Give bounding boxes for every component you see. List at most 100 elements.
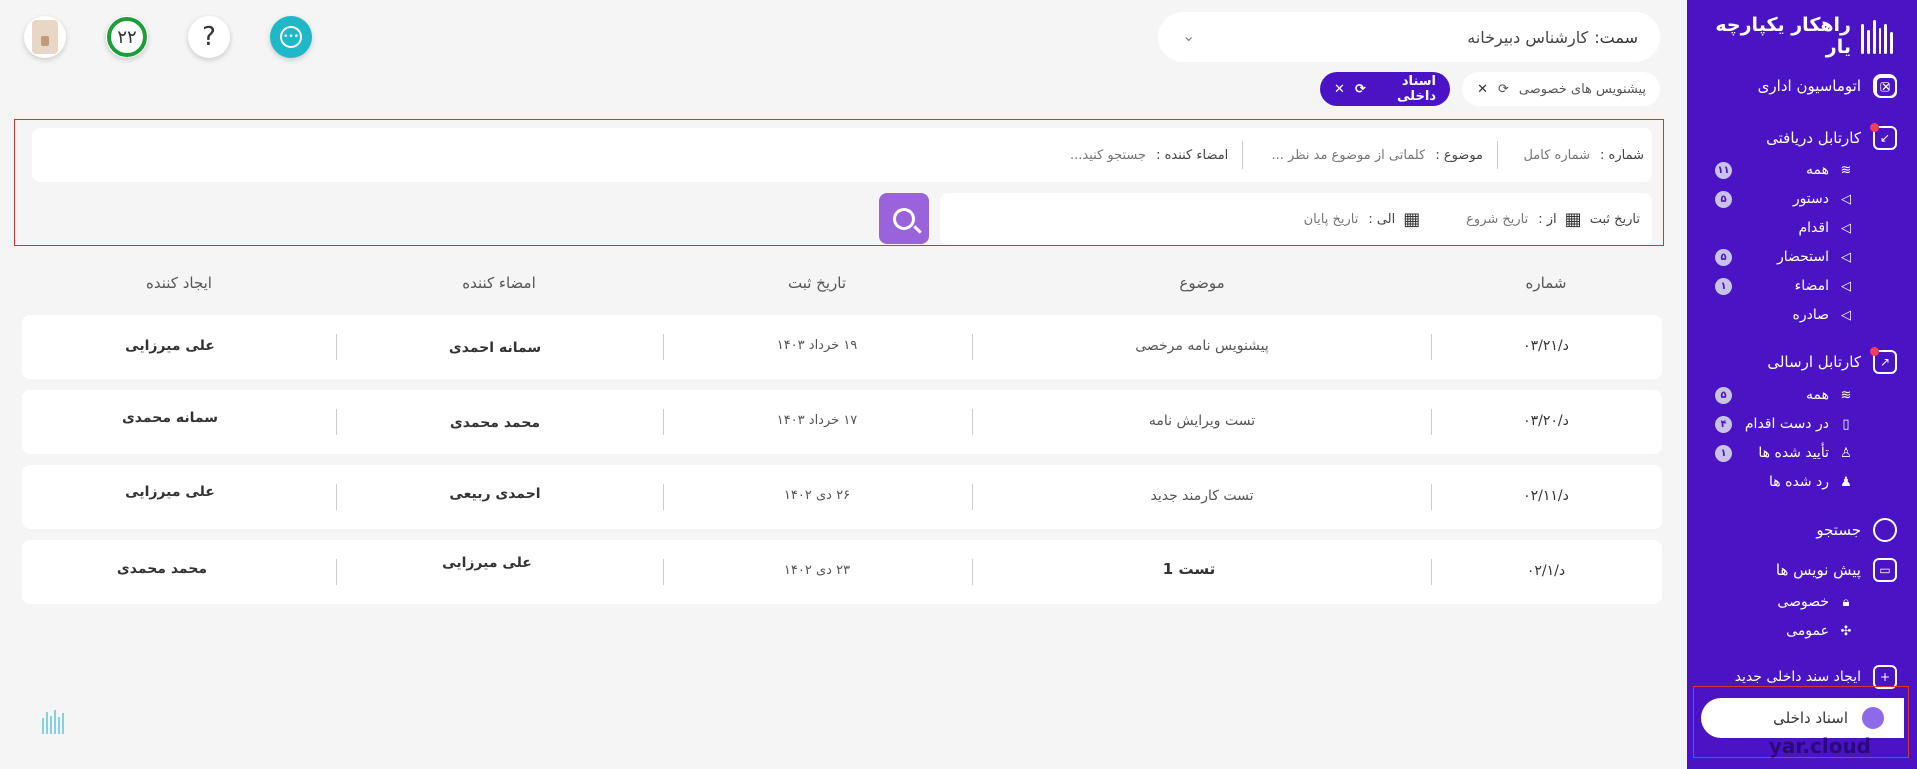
collapse-sidebar-button[interactable]: ✕ bbox=[1875, 76, 1897, 98]
date-to-field[interactable] bbox=[1270, 210, 1361, 228]
calendar-icon[interactable]: ▦ bbox=[1403, 209, 1420, 230]
tab-label: پیشنویس های خصوصی bbox=[1518, 81, 1646, 97]
date-from-field[interactable] bbox=[1440, 210, 1531, 228]
tab-internal-docs[interactable]: اسناد داخلی ⟳ ✕ bbox=[1320, 72, 1450, 106]
count-badge: ۴ bbox=[1715, 415, 1732, 433]
divider bbox=[663, 484, 664, 510]
divider bbox=[1431, 409, 1432, 435]
signer-label: امضاء کننده : bbox=[1156, 147, 1229, 163]
to-label: الی : bbox=[1368, 211, 1396, 227]
subject-field[interactable] bbox=[1257, 146, 1428, 164]
refresh-icon[interactable]: ⟳ bbox=[1498, 82, 1509, 97]
cell-number: د/۰۲/۱۱ bbox=[1523, 488, 1569, 504]
role-label: سمت: bbox=[1594, 27, 1638, 47]
count-badge: ۵ bbox=[1715, 248, 1732, 266]
sub-item-label: در دست اقدام bbox=[1744, 416, 1829, 432]
role-select[interactable]: سمت: کارشناس دبیرخانه ⌄ bbox=[1158, 12, 1660, 62]
cell-signer: سمانه احمدی bbox=[448, 340, 542, 356]
sidebar-item-label: ایجاد سند داخلی جدید bbox=[1734, 669, 1861, 685]
inbox-icon: ↙ bbox=[1870, 123, 1897, 150]
triangle-left-icon: ◁ bbox=[1841, 307, 1851, 323]
brand-logo-icon bbox=[1861, 18, 1893, 54]
internal-docs-icon bbox=[1862, 707, 1884, 729]
outbox-item-approved[interactable]: ♙ تأیید شده ها ۱ bbox=[1715, 444, 1855, 462]
chat-button[interactable]: ••• bbox=[270, 16, 312, 58]
avatar[interactable] bbox=[24, 16, 66, 58]
inbox-item-info[interactable]: ◁ استحضار ۵ bbox=[1715, 248, 1855, 266]
brand[interactable]: راهکار یکپارچه یار bbox=[1687, 14, 1893, 58]
triangle-left-icon: ◁ bbox=[1841, 220, 1851, 236]
column-header-creator[interactable]: ایجاد کننده bbox=[146, 274, 212, 292]
calendar-icon[interactable]: ▦ bbox=[1565, 209, 1582, 230]
divider bbox=[1431, 334, 1432, 360]
outbox-item-all[interactable]: ≋ همه ۵ bbox=[1715, 386, 1855, 404]
count-badge: ۱ bbox=[1715, 277, 1732, 295]
notification-dot bbox=[1870, 123, 1879, 132]
sub-item-label: امضاء bbox=[1794, 278, 1829, 294]
table-row[interactable]: د/۰۳/۲۱ پیشنویس نامه مرخصی ۱۹ خرداد ۱۴۰۳… bbox=[22, 315, 1662, 379]
sub-item-label: خصوصی bbox=[1777, 594, 1829, 610]
cell-creator: سمانه محمدی bbox=[121, 410, 219, 426]
cell-date: ۲۳ دی ۱۴۰۲ bbox=[783, 563, 851, 578]
cell-date: ۱۹ خرداد ۱۴۰۳ bbox=[776, 338, 858, 353]
cell-signer: محمد محمدی bbox=[449, 415, 541, 431]
inbox-item-sign[interactable]: ◁ امضاء ۱ bbox=[1715, 277, 1855, 295]
sub-item-label: صادره bbox=[1792, 307, 1829, 323]
inbox-item-issued[interactable]: ◁ صادره bbox=[1715, 307, 1855, 323]
thumbs-up-icon: ♙ bbox=[1840, 445, 1852, 461]
count-badge: ۱۱ bbox=[1715, 161, 1732, 179]
divider bbox=[663, 334, 664, 360]
table-row[interactable]: د/۰۲/۱۱ تست کارمند جدید ۲۶ دی ۱۴۰۲ احمدی… bbox=[22, 465, 1662, 529]
inbox-item-all[interactable]: ≋ همه ۱۱ bbox=[1715, 161, 1855, 179]
sidebar-item-label: کارتابل دریافتی bbox=[1766, 129, 1861, 147]
drafts-item-public[interactable]: ✣ عمومی bbox=[1715, 623, 1855, 639]
search-icon bbox=[1873, 518, 1897, 542]
sub-item-label: همه bbox=[1806, 387, 1829, 403]
triangle-left-icon: ◁ bbox=[1841, 278, 1851, 294]
sidebar-item-drafts[interactable]: ▭ پیش نویس ها bbox=[1776, 558, 1897, 582]
table-row[interactable]: د/۰۲/۱ تست 1 ۲۳ دی ۱۴۰۲ علی میرزایی محمد… bbox=[22, 540, 1662, 604]
number-label: شماره : bbox=[1600, 147, 1644, 163]
sub-item-label: همه bbox=[1806, 162, 1829, 178]
sidebar-item-search[interactable]: جستجو bbox=[1816, 518, 1897, 542]
book-open-icon: ▭ bbox=[1873, 558, 1897, 582]
chat-icon: ••• bbox=[280, 26, 302, 48]
sidebar-item-label: اسناد داخلی bbox=[1773, 709, 1848, 727]
number-field[interactable] bbox=[1512, 146, 1593, 164]
table-row[interactable]: د/۰۳/۲۰ تست ویرایش نامه ۱۷ خرداد ۱۴۰۳ مح… bbox=[22, 390, 1662, 454]
sub-item-label: رد شده ها bbox=[1769, 474, 1829, 490]
progress-counter[interactable]: ۲۲ bbox=[106, 16, 148, 58]
column-header-signer[interactable]: امضاء کننده bbox=[462, 274, 536, 292]
close-icon[interactable]: ✕ bbox=[1477, 82, 1488, 97]
sidebar: راهکار یکپارچه یار ▢ اتوماسیون اداری ✕ ↙… bbox=[1687, 0, 1917, 769]
outbox-item-in-progress[interactable]: ▯ در دست اقدام ۴ bbox=[1715, 415, 1855, 433]
inbox-item-action[interactable]: ◁ اقدام bbox=[1715, 220, 1855, 236]
cell-subject: تست 1 bbox=[1162, 560, 1216, 578]
sidebar-item-internal-docs[interactable]: اسناد داخلی bbox=[1701, 698, 1904, 738]
count-badge: ۵ bbox=[1715, 190, 1732, 208]
tab-private-drafts[interactable]: پیشنویس های خصوصی ⟳ ✕ bbox=[1462, 72, 1660, 106]
search-button[interactable] bbox=[879, 193, 929, 244]
sidebar-item-label: اتوماسیون اداری bbox=[1757, 77, 1861, 95]
inbox-item-order[interactable]: ◁ دستور ۵ bbox=[1715, 190, 1855, 208]
refresh-icon[interactable]: ⟳ bbox=[1355, 82, 1366, 97]
book-icon: ▯ bbox=[1842, 416, 1850, 432]
count-badge: ۱ bbox=[1715, 444, 1732, 462]
help-button[interactable]: ? bbox=[188, 16, 230, 58]
signer-field[interactable] bbox=[1028, 146, 1149, 164]
triangle-left-icon: ◁ bbox=[1841, 191, 1851, 207]
outbox-item-rejected[interactable]: ♟ رد شده ها bbox=[1715, 474, 1855, 490]
column-header-date[interactable]: تاریخ ثبت bbox=[788, 274, 846, 292]
column-header-subject[interactable]: موضوع bbox=[1179, 274, 1224, 292]
divider bbox=[663, 559, 664, 585]
sidebar-item-outbox[interactable]: ↗ کارتابل ارسالی bbox=[1767, 347, 1897, 374]
cell-creator: علی میرزایی bbox=[125, 338, 215, 354]
layers-icon: ≋ bbox=[1840, 162, 1852, 178]
sidebar-item-label: جستجو bbox=[1816, 521, 1861, 539]
sidebar-item-inbox[interactable]: ↙ کارتابل دریافتی bbox=[1766, 123, 1897, 150]
search-icon bbox=[893, 207, 922, 234]
drafts-item-private[interactable]: 🔒︎ خصوصی bbox=[1715, 594, 1855, 610]
divider bbox=[1431, 559, 1432, 585]
column-header-number[interactable]: شماره bbox=[1526, 274, 1567, 292]
close-icon[interactable]: ✕ bbox=[1334, 82, 1345, 97]
